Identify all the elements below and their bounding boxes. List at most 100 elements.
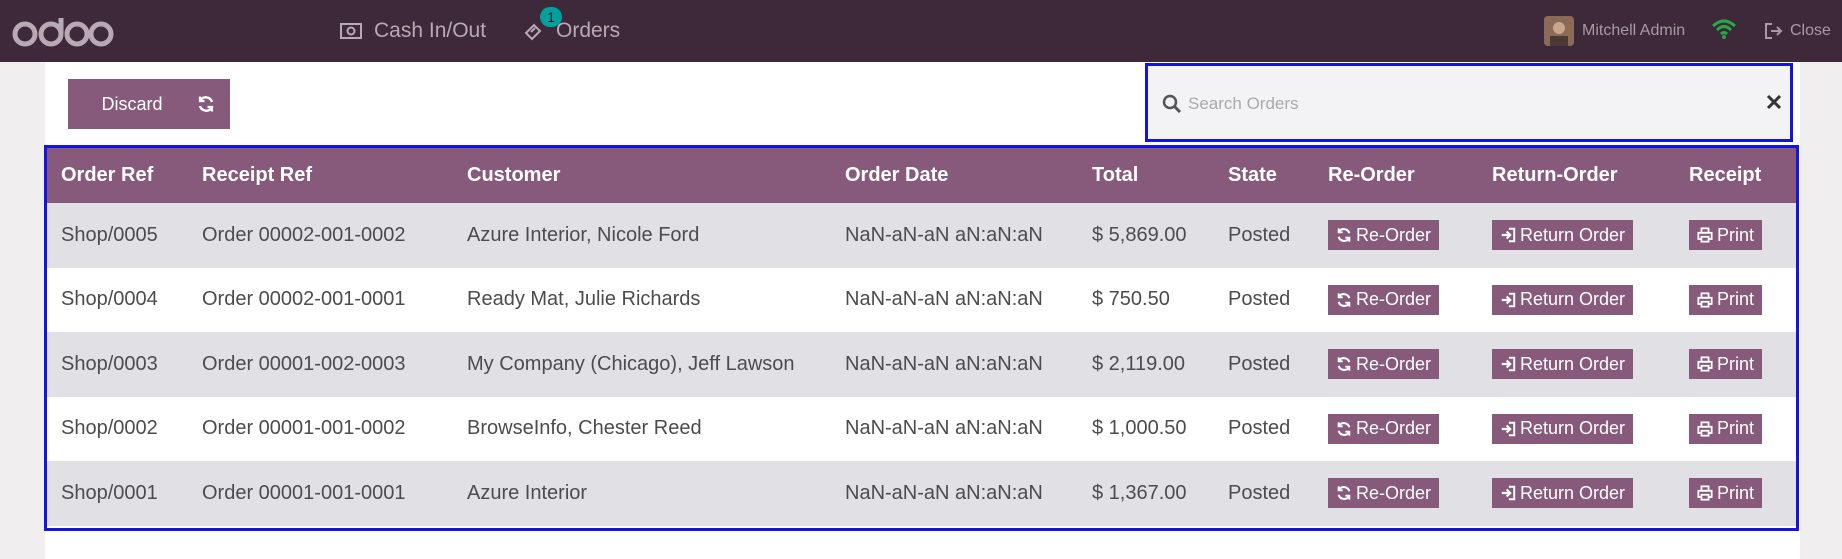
table-row[interactable]: Shop/0002 Order 00001-001-0002 BrowseInf… (47, 396, 1796, 462)
close-button[interactable]: Close (1764, 0, 1831, 62)
reorder-button[interactable]: Re-Order (1328, 220, 1440, 251)
order-total: $ 5,869.00 (1092, 223, 1187, 246)
print-label: Print (1717, 353, 1755, 374)
return-order-button[interactable]: Return Order (1492, 220, 1634, 251)
receipt-ref: Order 00001-002-0003 (202, 352, 406, 375)
sign-in-icon (1501, 292, 1516, 307)
search-icon (1162, 94, 1182, 114)
return-label: Return Order (1520, 289, 1626, 310)
order-ref: Shop/0002 (61, 417, 158, 440)
return-label: Return Order (1520, 224, 1626, 245)
receipt-cell: Print (1675, 397, 1796, 462)
return-cell: Return Order (1478, 203, 1675, 268)
sign-in-icon (1501, 421, 1516, 436)
reorder-label: Re-Order (1356, 289, 1432, 310)
reorder-label: Re-Order (1356, 353, 1432, 374)
customer: My Company (Chicago), Jeff Lawson (467, 352, 795, 375)
close-icon[interactable] (1766, 94, 1782, 110)
reorder-cell: Re-Order (1314, 397, 1478, 462)
nav-orders[interactable]: 1 Orders (524, 0, 620, 62)
table-row[interactable]: Shop/0005 Order 00002-001-0002 Azure Int… (47, 203, 1796, 268)
receipt-ref: Order 00001-001-0001 (202, 481, 406, 504)
col-receipt-ref: Receipt Ref (202, 164, 313, 186)
print-icon (1697, 356, 1713, 372)
sign-in-icon (1501, 486, 1516, 501)
odoo-logo (12, 18, 114, 47)
print-button[interactable]: Print (1689, 349, 1763, 380)
reorder-button[interactable]: Re-Order (1328, 349, 1440, 380)
reorder-button[interactable]: Re-Order (1328, 284, 1440, 315)
order-state: Posted (1228, 352, 1291, 375)
return-cell: Return Order (1478, 332, 1675, 397)
user-menu[interactable]: Mitchell Admin (1544, 0, 1685, 62)
customer: Azure Interior, Nicole Ford (467, 223, 700, 246)
order-state: Posted (1228, 288, 1291, 311)
nav-orders-label: Orders (556, 19, 621, 42)
print-icon (1697, 421, 1713, 437)
top-navbar: Cash In/Out 1 Orders Mitchell Admin Clos… (0, 0, 1842, 62)
order-total: $ 2,119.00 (1092, 352, 1186, 375)
order-date: NaN-aN-aN aN:aN:aN (845, 417, 1043, 440)
print-label: Print (1717, 224, 1755, 245)
order-date: NaN-aN-aN aN:aN:aN (845, 352, 1043, 375)
reorder-button[interactable]: Re-Order (1328, 413, 1440, 444)
reorder-cell: Re-Order (1314, 332, 1478, 397)
table-row[interactable]: Shop/0004 Order 00002-001-0001 Ready Mat… (47, 267, 1796, 333)
return-label: Return Order (1520, 418, 1626, 439)
col-reorder: Re-Order (1328, 164, 1415, 186)
nav-cash-in-out[interactable]: Cash In/Out (340, 0, 486, 62)
col-state: State (1228, 164, 1277, 186)
sign-in-icon (1501, 228, 1516, 243)
nav-cash-label: Cash In/Out (374, 19, 487, 42)
receipt-ref: Order 00002-001-0002 (202, 223, 406, 246)
discard-button[interactable]: Discard (68, 79, 196, 129)
order-state: Posted (1228, 223, 1291, 246)
return-order-button[interactable]: Return Order (1492, 413, 1634, 444)
customer: BrowseInfo, Chester Reed (467, 417, 702, 440)
reorder-label: Re-Order (1356, 224, 1432, 245)
return-order-button[interactable]: Return Order (1492, 478, 1634, 509)
order-ref: Shop/0005 (61, 223, 158, 246)
print-button[interactable]: Print (1689, 284, 1763, 315)
reorder-label: Re-Order (1356, 482, 1432, 503)
customer: Azure Interior (467, 481, 588, 504)
user-name: Mitchell Admin (1582, 22, 1686, 39)
search-input[interactable] (1186, 88, 1750, 120)
money-icon (340, 23, 362, 39)
order-ref: Shop/0004 (61, 288, 158, 311)
refresh-icon (1337, 292, 1351, 307)
reorder-cell: Re-Order (1314, 461, 1478, 526)
col-return-order: Return-Order (1492, 164, 1618, 186)
print-label: Print (1717, 289, 1755, 310)
print-button[interactable]: Print (1689, 220, 1763, 251)
receipt-cell: Print (1675, 268, 1796, 333)
orders-table: Order Ref Receipt Ref Customer Order Dat… (44, 145, 1799, 531)
return-label: Return Order (1520, 482, 1626, 503)
receipt-cell: Print (1675, 461, 1796, 526)
sign-in-icon (1501, 357, 1516, 372)
col-order-ref: Order Ref (61, 164, 154, 186)
table-row[interactable]: Shop/0001 Order 00001-001-0001 Azure Int… (47, 461, 1796, 526)
sign-out-icon (1765, 23, 1783, 39)
order-date: NaN-aN-aN aN:aN:aN (845, 481, 1043, 504)
reorder-button[interactable]: Re-Order (1328, 478, 1440, 509)
refresh-icon (198, 96, 213, 112)
print-button[interactable]: Print (1689, 413, 1763, 444)
return-order-button[interactable]: Return Order (1492, 349, 1634, 380)
col-total: Total (1092, 164, 1139, 186)
return-cell: Return Order (1478, 397, 1675, 462)
reorder-cell: Re-Order (1314, 268, 1478, 333)
table-row[interactable]: Shop/0003 Order 00001-002-0003 My Compan… (47, 332, 1796, 397)
print-label: Print (1717, 418, 1755, 439)
return-order-button[interactable]: Return Order (1492, 284, 1634, 315)
col-order-date: Order Date (845, 164, 949, 186)
reorder-label: Re-Order (1356, 418, 1432, 439)
close-label: Close (1790, 22, 1831, 39)
receipt-ref: Order 00002-001-0001 (202, 288, 406, 311)
ticket-icon: 1 (524, 7, 562, 41)
print-button[interactable]: Print (1689, 478, 1763, 509)
order-ref: Shop/0003 (61, 352, 158, 375)
refresh-button[interactable] (181, 79, 230, 129)
print-icon (1697, 292, 1713, 308)
refresh-icon (1337, 357, 1351, 372)
